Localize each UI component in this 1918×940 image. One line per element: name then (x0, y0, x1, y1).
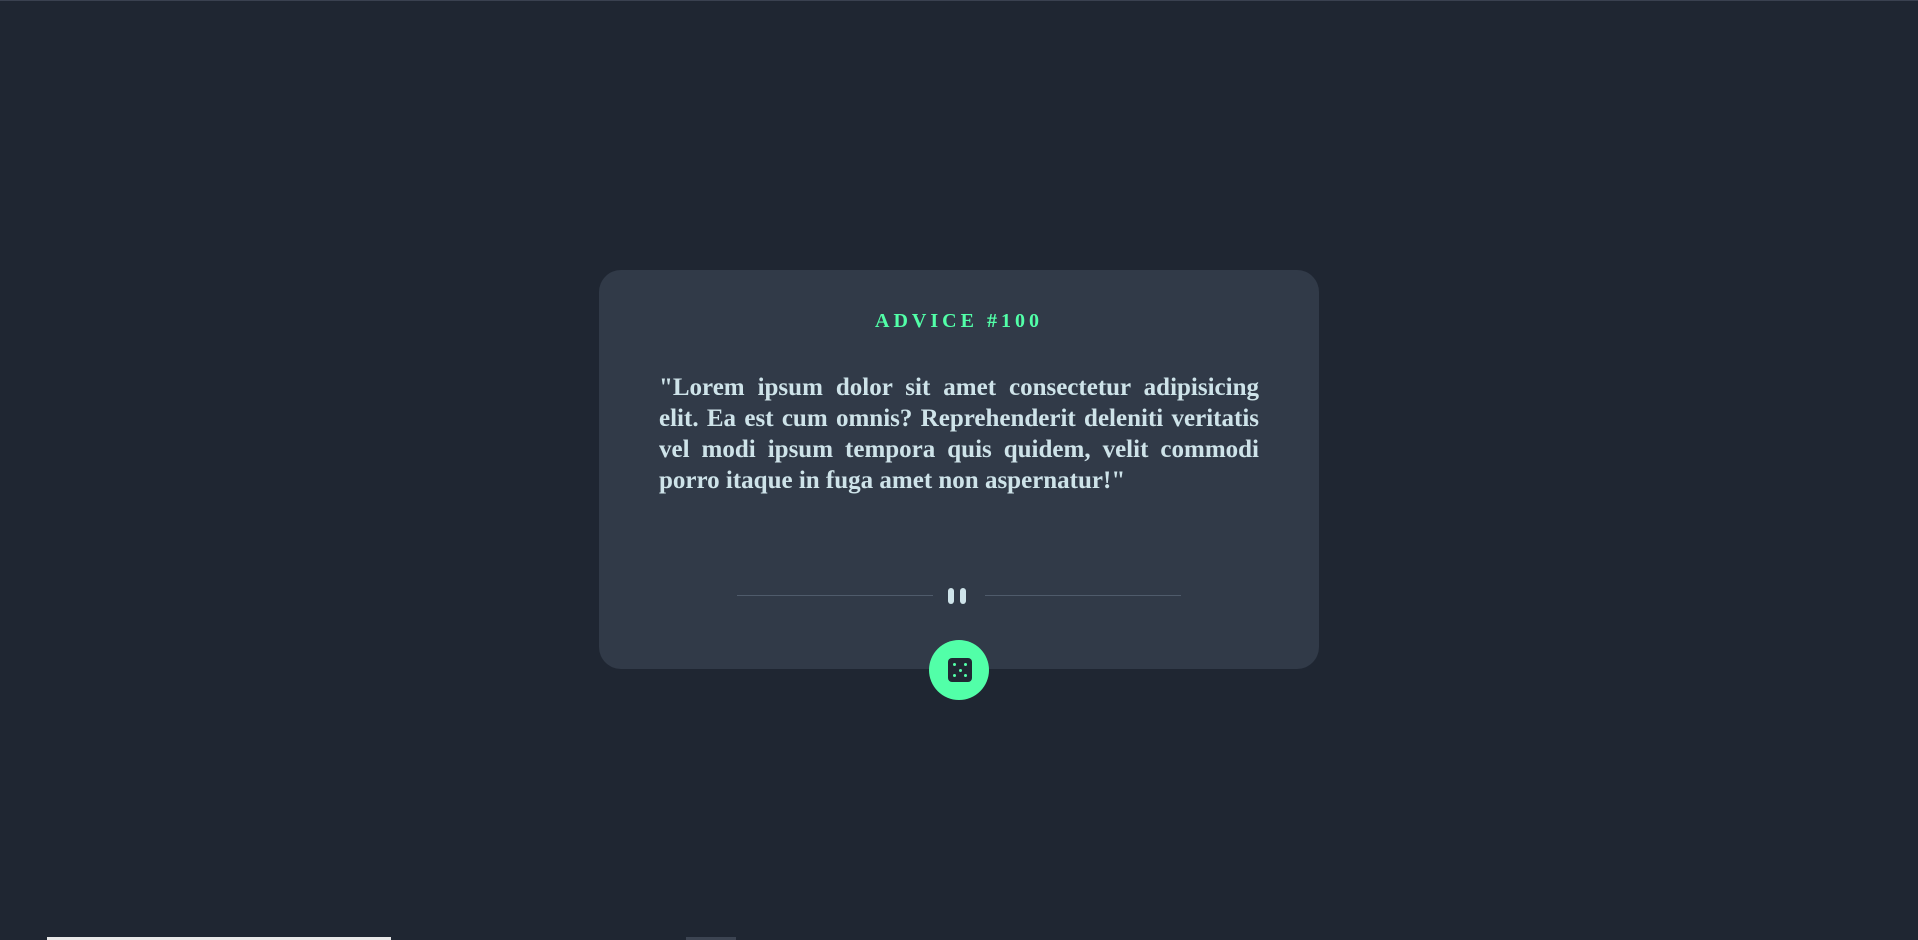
dice-icon (948, 658, 972, 682)
advice-quote: "Lorem ipsum dolor sit amet consectetur … (659, 374, 1259, 494)
generate-advice-button[interactable] (929, 640, 989, 700)
dice-pip (964, 674, 967, 677)
advice-id-label: ADVICE #100 (875, 310, 1043, 332)
divider-line-right (985, 595, 1181, 596)
advice-card: ADVICE #100 "Lorem ipsum dolor sit amet … (599, 270, 1319, 669)
divider-line-left (737, 595, 933, 596)
dice-pip (953, 663, 956, 666)
top-border (0, 0, 1918, 1)
pattern-divider (737, 587, 1181, 605)
pause-icon (948, 588, 970, 604)
dice-pip (964, 663, 967, 666)
pause-bar-left (948, 588, 954, 604)
pause-bar-right (960, 588, 966, 604)
dice-pip (953, 674, 956, 677)
dice-pip (958, 668, 962, 672)
